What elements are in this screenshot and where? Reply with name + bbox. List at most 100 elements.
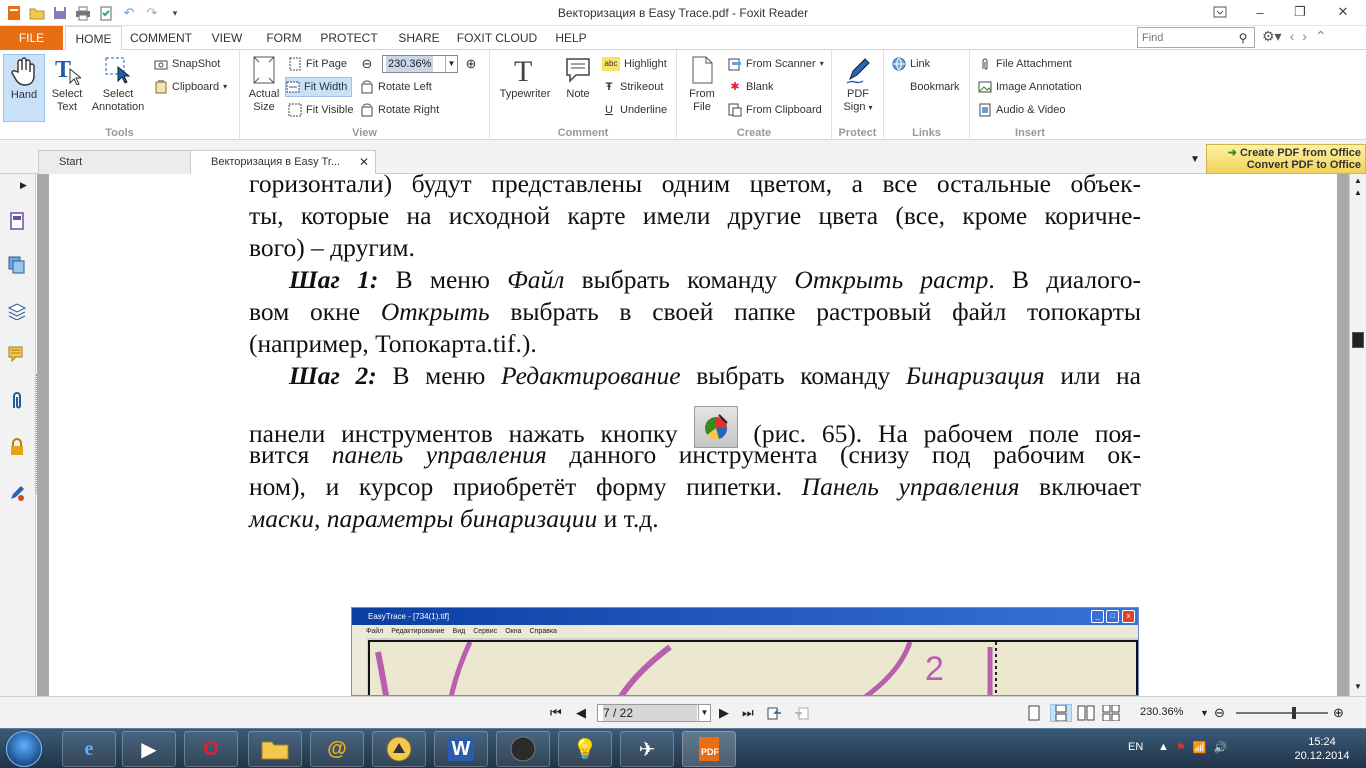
volume-icon[interactable]: 🔊 xyxy=(1213,741,1227,754)
show-hidden-icons-icon[interactable]: ▲ xyxy=(1158,741,1169,754)
maximize-button[interactable]: ❐ xyxy=(1280,0,1320,24)
ribbon-toggle-icon[interactable] xyxy=(1200,0,1240,24)
highlight-button[interactable]: abc Highlight xyxy=(602,54,667,74)
tab-file[interactable]: FILE xyxy=(0,26,63,50)
first-page-icon[interactable]: ⏮ xyxy=(550,704,562,722)
strikeout-button[interactable]: Ŧ Strikeout xyxy=(602,77,664,97)
tab-home[interactable]: HOME xyxy=(65,26,122,51)
pdf-sign-button[interactable]: PDF Sign ▾ xyxy=(837,54,879,114)
underline-button[interactable]: U Underline xyxy=(602,100,667,120)
rotate-right-button[interactable]: Rotate Right xyxy=(360,100,439,120)
tab-protect[interactable]: PROTECT xyxy=(314,26,384,50)
fit-page-button[interactable]: Fit Page xyxy=(288,54,347,74)
tab-view[interactable]: VIEW xyxy=(202,26,252,50)
open-icon[interactable] xyxy=(27,3,47,23)
stack-icon[interactable] xyxy=(6,300,28,322)
fit-visible-button[interactable]: Fit Visible xyxy=(288,100,353,120)
scrollbar-thumb[interactable] xyxy=(1352,332,1364,348)
hand-button[interactable]: Hand xyxy=(3,54,45,122)
undo-icon[interactable]: ↶ xyxy=(119,3,139,23)
lightbulb-icon[interactable]: 💡 xyxy=(558,731,612,767)
pages-icon[interactable] xyxy=(6,210,28,232)
find-input[interactable] xyxy=(1138,31,1234,44)
select-annotation-button[interactable]: Select Annotation xyxy=(88,54,148,114)
lock-icon[interactable] xyxy=(6,436,28,458)
network-icon[interactable]: 📶 xyxy=(1193,741,1207,754)
previous-page-icon[interactable]: ◀ xyxy=(576,704,586,722)
tab-start[interactable]: Start xyxy=(38,150,192,174)
tab-share[interactable]: SHARE xyxy=(390,26,448,50)
opera-icon[interactable]: O xyxy=(184,731,238,767)
continuous-page-icon[interactable] xyxy=(1050,704,1072,722)
print-icon[interactable] xyxy=(73,3,93,23)
gear-icon[interactable]: ⚙▾ xyxy=(1262,28,1282,45)
pdf-app-icon[interactable] xyxy=(4,3,24,23)
app-dark-icon[interactable] xyxy=(496,731,550,767)
chevron-down-icon[interactable]: ▼ xyxy=(698,705,710,721)
paper-plane-icon[interactable]: ✈ xyxy=(620,731,674,767)
word-icon[interactable]: W xyxy=(434,731,488,767)
actual-size-button[interactable]: Actual Size xyxy=(244,54,284,114)
start-button[interactable] xyxy=(6,731,42,767)
tab-current-document[interactable]: Векторизация в Easy Tr... ✕ xyxy=(190,150,376,175)
facing-pages-icon[interactable] xyxy=(1077,704,1095,722)
blank-button[interactable]: ✱ Blank xyxy=(728,77,773,97)
zoom-dropdown-icon[interactable]: ▼ xyxy=(1200,704,1209,722)
file-explorer-icon[interactable] xyxy=(248,731,302,767)
back-icon[interactable]: ‹ xyxy=(1290,28,1295,45)
zoom-slider-knob[interactable] xyxy=(1292,707,1296,719)
link-button[interactable]: Link xyxy=(892,54,930,74)
select-text-button[interactable]: T Select Text xyxy=(47,54,87,114)
zoom-slider[interactable] xyxy=(1236,707,1328,719)
page-number-input[interactable]: 7 / 22 ▼ xyxy=(597,704,711,722)
next-page-icon[interactable]: ▶ xyxy=(719,704,729,722)
zoom-out-button[interactable]: ⊖ xyxy=(360,54,374,74)
single-page-icon[interactable] xyxy=(1027,704,1041,722)
from-file-button[interactable]: From File xyxy=(681,54,723,114)
collapse-ribbon-icon[interactable]: ⌃ xyxy=(1315,28,1327,45)
ad-banner[interactable]: ➜ Create PDF from Office Convert PDF to … xyxy=(1206,144,1366,174)
expand-panel-icon[interactable]: ▶ xyxy=(20,180,27,191)
redo-icon[interactable]: ↷ xyxy=(142,3,162,23)
foxit-reader-taskbar-icon[interactable]: PDF xyxy=(682,731,736,767)
snapshot-button[interactable]: SnapShot xyxy=(154,54,220,74)
chevron-down-icon[interactable]: ▼ xyxy=(445,56,457,72)
audio-video-button[interactable]: Audio & Video xyxy=(978,100,1066,120)
next-view-icon[interactable] xyxy=(793,704,809,722)
typewriter-button[interactable]: T Typewriter xyxy=(496,54,554,101)
last-page-icon[interactable]: ⏭ xyxy=(742,704,754,722)
scroll-up-icon[interactable]: ▲ xyxy=(1352,176,1364,188)
image-annotation-button[interactable]: Image Annotation xyxy=(978,77,1082,97)
document-viewport[interactable]: горизонтали) будут представлены одним цв… xyxy=(37,174,1349,696)
tabs-dropdown-icon[interactable]: ▼ xyxy=(1190,154,1200,165)
zoom-out-icon[interactable]: ⊖ xyxy=(1214,704,1225,722)
clipboard-button[interactable]: Clipboard ▾ xyxy=(154,77,227,97)
zoom-in-icon[interactable]: ⊕ xyxy=(1333,704,1344,722)
rotate-left-button[interactable]: Rotate Left xyxy=(360,77,432,97)
app-icon[interactable] xyxy=(372,731,426,767)
vertical-scrollbar[interactable]: ▲ ▲ ▼ xyxy=(1349,174,1366,696)
forward-icon[interactable]: › xyxy=(1302,28,1307,45)
note-button[interactable]: Note xyxy=(558,54,598,101)
continuous-facing-icon[interactable] xyxy=(1102,704,1120,722)
internet-explorer-icon[interactable]: e xyxy=(62,731,116,767)
close-tab-icon[interactable]: ✕ xyxy=(359,151,369,173)
file-attachment-button[interactable]: File Attachment xyxy=(978,54,1072,74)
save-icon[interactable] xyxy=(50,3,70,23)
attachments-icon[interactable] xyxy=(6,390,28,412)
flag-icon[interactable]: ⚑ xyxy=(1176,741,1186,754)
language-indicator[interactable]: EN xyxy=(1128,741,1143,753)
bookmark-button[interactable]: Bookmark xyxy=(892,77,960,97)
scroll-down-icon[interactable]: ▼ xyxy=(1352,682,1364,694)
tab-comment[interactable]: COMMENT xyxy=(124,26,198,50)
search-icon[interactable]: ⚲ xyxy=(1234,31,1252,45)
from-clipboard-button[interactable]: From Clipboard xyxy=(728,100,822,120)
signature-icon[interactable] xyxy=(6,482,28,504)
close-button[interactable]: ✕ xyxy=(1320,0,1366,24)
from-scanner-button[interactable]: From Scanner ▾ xyxy=(728,54,824,74)
comments-icon[interactable] xyxy=(6,344,28,366)
fit-width-button[interactable]: Fit Width xyxy=(285,77,353,97)
zoom-select[interactable]: 230.36% ▼ xyxy=(382,55,458,73)
zoom-level[interactable]: 230.36% xyxy=(1140,706,1183,718)
tab-foxit-cloud[interactable]: FOXIT CLOUD xyxy=(452,26,542,50)
